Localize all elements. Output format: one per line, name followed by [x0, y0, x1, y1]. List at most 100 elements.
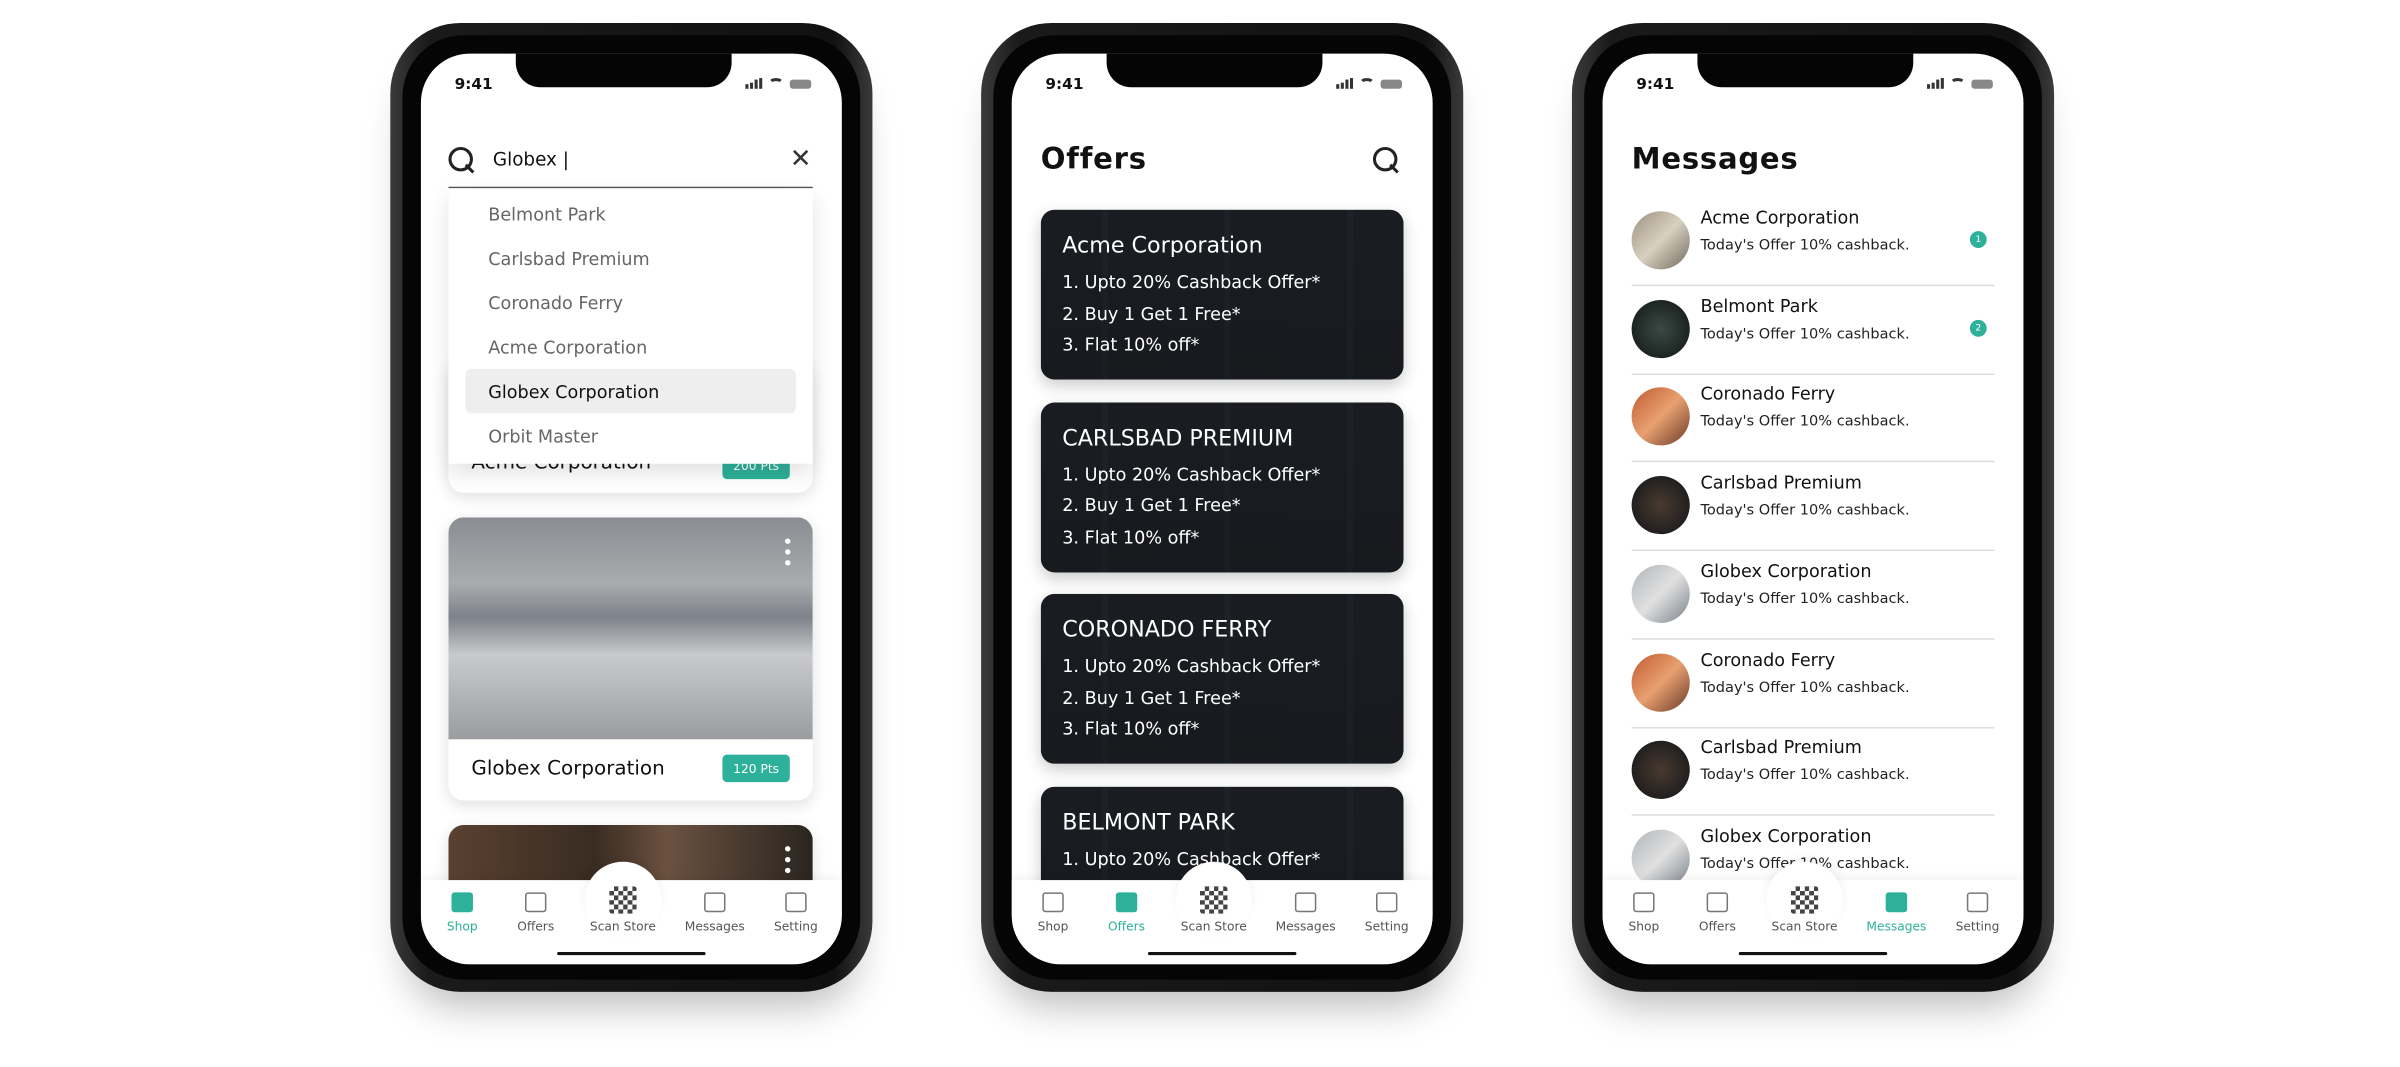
divider: [1631, 372, 1995, 375]
tab-label: Messages: [684, 919, 745, 934]
tab-setting[interactable]: Setting: [1932, 892, 2024, 934]
status-time: 9:41: [454, 76, 493, 94]
message-sender: Carlsbad Premium: [1700, 736, 1862, 758]
messages-screen: Messages 9:41 Shop Offers Scan Store Message…: [1602, 53, 2024, 965]
message-item[interactable]: Carlsbad Premium Today's Offer 10% cashba…: [1631, 737, 1995, 828]
divider: [1631, 284, 1995, 287]
message-preview: Today's Offer 10% cashback.: [1700, 767, 1910, 784]
unread-badge: 2: [1969, 319, 1987, 337]
message-item[interactable]: Globex Corporation Today's Offer 10% cash…: [1631, 560, 1995, 651]
tab-label: Shop: [1628, 919, 1660, 934]
home-indicator: [1147, 952, 1297, 956]
search-icon[interactable]: [1372, 146, 1401, 175]
avatar: [1631, 387, 1690, 447]
signal-bar: [1345, 79, 1349, 89]
tab-label: Setting: [1955, 919, 2000, 934]
offer-line: 2. Buy 1 Get 1 Free*: [1062, 494, 1241, 516]
tab-offers[interactable]: Offers: [1671, 892, 1763, 934]
offer-card[interactable]: Acme Corporation 1. Upto 20% Cashback Off…: [1040, 209, 1404, 380]
tab-offers[interactable]: Offers: [1081, 892, 1173, 934]
shopping-bag-icon: [1633, 892, 1655, 913]
signal-bar: [759, 78, 763, 89]
offer-line: 1. Upto 20% Cashback Offer*: [1062, 655, 1321, 677]
unread-badge: 1: [1969, 231, 1987, 248]
more-options-icon[interactable]: •••: [776, 843, 797, 876]
suggestion-item[interactable]: Orbit Master: [465, 413, 796, 457]
suggestion-item[interactable]: Globex Corporation: [465, 368, 796, 414]
bottom-tab-bar: Shop Offers Scan Store Messages Setting: [420, 861, 842, 965]
notch: [1106, 53, 1323, 88]
offer-card[interactable]: CARLSBAD PREMIUM 1. Upto 20% Cashback Off…: [1040, 401, 1404, 572]
qr-code-icon: [609, 886, 637, 914]
tab-label: Shop: [446, 919, 478, 934]
tab-messages[interactable]: Messages: [1260, 892, 1352, 934]
avatar: [1631, 829, 1690, 888]
page-title: Messages: [1631, 142, 1799, 177]
signal-icon: [1927, 78, 1944, 89]
signal-icon: [745, 78, 763, 89]
tab-scan-store[interactable]: Scan Store: [1168, 886, 1260, 934]
phone-shop: Globex | ✕ Belmont Park Carlsbad Premium C…: [390, 22, 873, 992]
tab-offers[interactable]: Offers: [490, 892, 582, 934]
signal-bar: [754, 79, 758, 89]
message-preview: Today's Offer 10% cashback.: [1700, 413, 1910, 431]
status-icons: [745, 78, 812, 89]
coupon-icon: [524, 892, 547, 913]
phone-offers: Offers 9:41 Shop Offers Scan Store Messages S…: [981, 22, 1464, 992]
search-input[interactable]: Globex |: [493, 148, 569, 169]
offer-line: 3. Flat 10% off*: [1062, 525, 1200, 548]
divider: [1631, 549, 1995, 552]
gear-icon: [785, 892, 807, 913]
message-item[interactable]: Carlsbad Premium Today's Offer 10% cashba…: [1631, 472, 1995, 563]
tab-label: Setting: [773, 919, 818, 934]
tab-scan-store[interactable]: Scan Store: [577, 886, 669, 934]
avatar: [1631, 211, 1690, 270]
tab-setting[interactable]: Setting: [1341, 892, 1433, 934]
message-sender: Belmont Park: [1700, 294, 1818, 317]
suggestion-item[interactable]: Carlsbad Premium: [465, 236, 796, 280]
suggestion-item[interactable]: Coronado Ferry: [465, 280, 796, 324]
message-item[interactable]: Acme Corporation Today's Offer 10% cashba…: [1631, 207, 1995, 298]
suggestion-item[interactable]: Belmont Park: [465, 191, 796, 235]
chat-icon: [1885, 892, 1908, 913]
bottom-tab-bar: Shop Offers Scan Store Messages Setting: [1602, 861, 2024, 965]
gear-icon: [1966, 892, 1989, 913]
tab-label: Scan Store: [1180, 919, 1247, 934]
divider: [1631, 814, 1995, 817]
offers-screen: Offers 9:41 Shop Offers Scan Store Messages S…: [1011, 53, 1433, 965]
phone-messages: Messages 9:41 Shop Offers Scan Store Message…: [1571, 22, 2055, 992]
notch: [1697, 53, 1914, 88]
battery-icon: [1380, 79, 1403, 89]
signal-bar: [1936, 79, 1940, 89]
message-item[interactable]: Coronado Ferry Today's Offer 10% cashback…: [1631, 383, 1995, 475]
message-item[interactable]: Belmont Park Today's Offer 10% cashback. 2: [1631, 295, 1995, 387]
more-options-icon[interactable]: •••: [776, 536, 797, 569]
chat-icon: [1294, 892, 1317, 913]
message-item[interactable]: Coronado Ferry Today's Offer 10% cashback…: [1631, 648, 1995, 740]
search-suggestions-dropdown: Belmont Park Carlsbad Premium Coronado Fer…: [448, 188, 813, 464]
store-image: [448, 517, 813, 740]
offer-title: Acme Corporation: [1062, 234, 1263, 259]
tab-setting[interactable]: Setting: [750, 892, 842, 934]
offer-line: 1. Upto 20% Cashback Offer*: [1062, 463, 1321, 485]
avatar: [1631, 299, 1690, 358]
close-icon[interactable]: ✕: [790, 146, 812, 173]
search-icon[interactable]: [448, 146, 476, 175]
offer-card[interactable]: CORONADO FERRY 1. Upto 20% Cashback Offer…: [1040, 593, 1404, 764]
message-preview: Today's Offer 10% cashback.: [1700, 590, 1910, 608]
message-sender: Coronado Ferry: [1700, 648, 1836, 670]
page-title: Offers: [1040, 142, 1147, 177]
battery-icon: [789, 79, 812, 89]
tab-scan-store[interactable]: Scan Store: [1759, 886, 1851, 934]
tab-messages[interactable]: Messages: [1850, 892, 1942, 934]
store-card[interactable]: ••• Globex Corporation 120 Pts: [448, 517, 813, 801]
message-preview: Today's Offer 10% cashback.: [1700, 325, 1910, 343]
signal-bar: [1940, 78, 1944, 89]
tab-label: Offers: [1108, 919, 1146, 934]
signal-bar: [1931, 82, 1935, 89]
tab-messages[interactable]: Messages: [669, 892, 761, 934]
suggestion-item[interactable]: Acme Corporation: [465, 324, 796, 368]
offer-title: CARLSBAD PREMIUM: [1062, 426, 1294, 451]
offer-line: 1. Upto 20% Cashback Offer*: [1062, 270, 1321, 293]
signal-bar: [1927, 84, 1931, 89]
